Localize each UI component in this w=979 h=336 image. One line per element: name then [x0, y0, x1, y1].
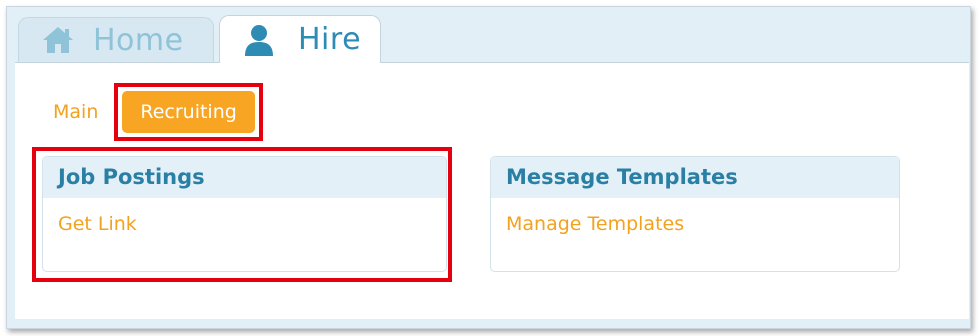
home-icon	[41, 23, 75, 57]
app-window: Home Hire Main Recruiting Job Postings G…	[6, 6, 971, 329]
tab-hire-label: Hire	[298, 22, 362, 57]
subtab-bar: Main Recruiting	[41, 83, 263, 141]
subtab-main[interactable]: Main	[53, 90, 98, 134]
message-templates-panel: Message Templates Manage Templates	[490, 156, 900, 272]
job-postings-highlight-box	[32, 147, 452, 282]
content-area: Main Recruiting Job Postings Get Link Me…	[15, 62, 969, 319]
recruiting-highlight-box: Recruiting	[114, 83, 263, 141]
user-icon	[242, 23, 276, 57]
tab-home[interactable]: Home	[18, 17, 214, 62]
tab-home-label: Home	[93, 22, 184, 58]
tab-hire[interactable]: Hire	[219, 15, 381, 63]
subtab-recruiting[interactable]: Recruiting	[122, 91, 255, 133]
message-templates-title: Message Templates	[491, 157, 899, 198]
manage-templates-link[interactable]: Manage Templates	[506, 213, 899, 235]
